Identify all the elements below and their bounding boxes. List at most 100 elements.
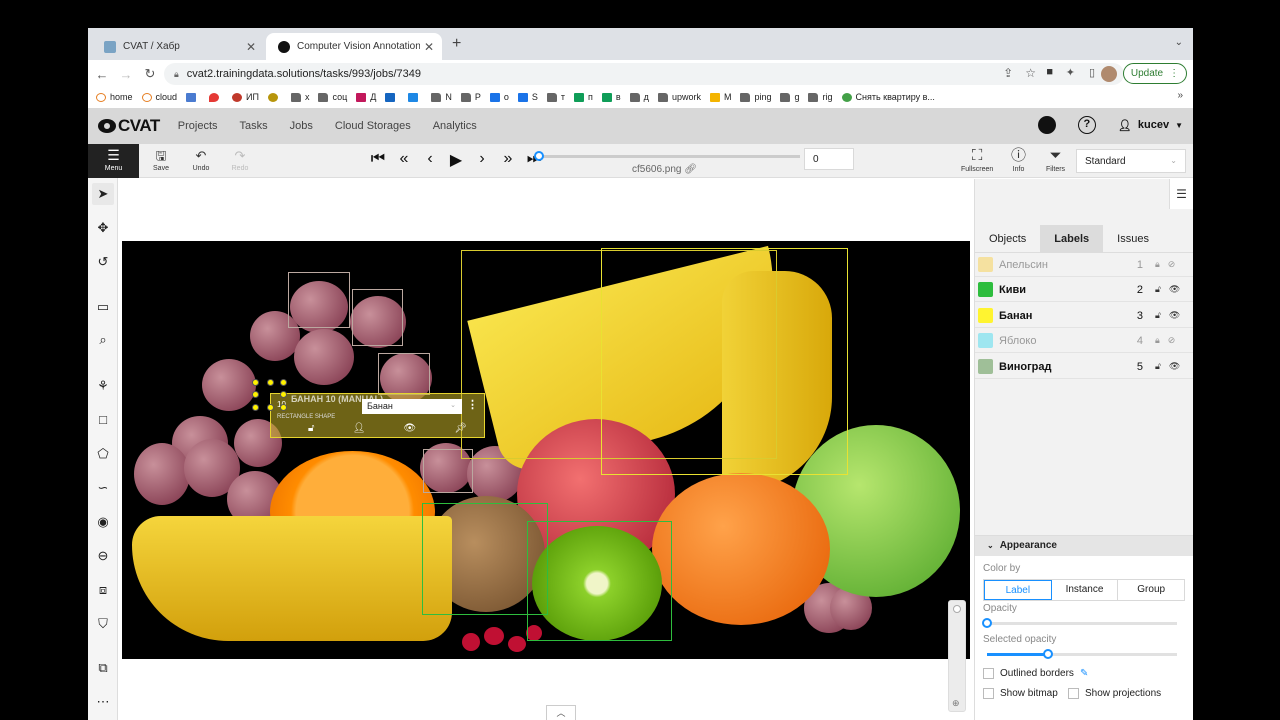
bookmark-folder-x[interactable]: х xyxy=(290,92,309,102)
grape-bbox[interactable] xyxy=(352,289,403,346)
resize-handle[interactable] xyxy=(252,391,259,398)
object-label-select[interactable]: Банан ⌄ xyxy=(362,399,462,414)
points-tool[interactable]: ◉ xyxy=(92,511,114,533)
bookmark-yc-o[interactable]: о xyxy=(489,92,509,102)
close-tab-icon[interactable]: ✕ xyxy=(246,40,256,54)
more-bookmarks-icon[interactable]: » xyxy=(1177,90,1183,101)
update-button[interactable]: Update ⋮ xyxy=(1123,63,1187,84)
unlock-icon[interactable]: 🔓︎ xyxy=(1155,284,1161,295)
frame-slider[interactable] xyxy=(534,151,800,161)
nav-analytics[interactable]: Analytics xyxy=(433,120,477,132)
redo-button[interactable]: ↷ Redo xyxy=(225,147,255,172)
cursor-tool[interactable]: ➤ xyxy=(92,183,114,205)
more-options-icon[interactable]: ⋮ xyxy=(467,398,478,411)
outlined-borders-checkbox[interactable]: Outlined borders ✎ xyxy=(983,668,1088,679)
fast-forward-icon[interactable]: » xyxy=(498,150,518,170)
bookmark-m[interactable]: M xyxy=(709,92,731,102)
label-row-banana[interactable]: Банан 3 🔓︎ 👁︎ xyxy=(975,304,1193,328)
person-icon[interactable]: 👤︎ xyxy=(353,423,366,434)
eye-off-icon[interactable]: ⊘ xyxy=(1168,335,1176,346)
bookmark-mail[interactable] xyxy=(385,92,399,102)
nav-cloud-storages[interactable]: Cloud Storages xyxy=(335,120,411,132)
tab-objects[interactable]: Objects xyxy=(975,225,1040,253)
eye-icon[interactable]: 👁︎ xyxy=(1169,284,1180,295)
selected-opacity-slider[interactable] xyxy=(987,649,1177,659)
bookmark-home[interactable]: home xyxy=(96,92,133,102)
forward-icon[interactable]: → xyxy=(114,67,138,82)
bookmark-cloud[interactable]: cloud xyxy=(141,92,177,102)
reload-icon[interactable]: ↻ xyxy=(138,66,162,82)
nav-jobs[interactable]: Jobs xyxy=(290,120,313,132)
profile-avatar[interactable] xyxy=(1101,66,1117,82)
label-row-kiwi[interactable]: Киви 2 🔓︎ 👁︎ xyxy=(975,278,1193,302)
annotated-image[interactable]: 10 БАНАН 10 (MANUAL) RECTANGLE SHAPE Бан… xyxy=(122,241,970,659)
bookmark-sheets-p[interactable]: п xyxy=(574,92,593,102)
bookmark-rig[interactable]: rig xyxy=(808,92,833,102)
nav-projects[interactable]: Projects xyxy=(178,120,218,132)
share-icon[interactable]: ⇪ xyxy=(1003,66,1013,80)
color-by-label-option[interactable]: Label xyxy=(984,580,1052,600)
tab-habr[interactable]: CVAT / Хабр ✕ xyxy=(92,33,264,60)
tab-labels[interactable]: Labels xyxy=(1040,225,1104,253)
show-projections-checkbox[interactable]: Show projections xyxy=(1068,688,1161,699)
object-context-popup[interactable]: 10 БАНАН 10 (MANUAL) RECTANGLE SHAPE Бан… xyxy=(270,393,485,438)
bookmark-translate[interactable] xyxy=(186,92,200,102)
bookmark-g[interactable]: g xyxy=(780,92,799,102)
label-color-swatch[interactable] xyxy=(978,257,993,272)
eye-icon[interactable]: 👁︎ xyxy=(1169,310,1180,321)
resize-handle[interactable] xyxy=(267,379,274,386)
cvat-logo[interactable]: CVAT xyxy=(98,116,160,136)
unlock-icon[interactable]: 🔓︎ xyxy=(1155,361,1161,372)
bookmark-folder-d[interactable]: д xyxy=(629,92,649,102)
rectangle-tool[interactable]: □ xyxy=(92,409,114,431)
bookmark-emblem[interactable] xyxy=(267,92,282,102)
selected-opacity-handle[interactable] xyxy=(1042,649,1053,659)
kiwi-bbox[interactable] xyxy=(527,521,672,641)
show-bitmap-checkbox[interactable]: Show bitmap xyxy=(983,688,1058,699)
more-tools-icon[interactable]: ⋯ xyxy=(92,691,114,713)
sidebar-icon[interactable]: ▯ xyxy=(1089,66,1095,79)
eye-off-icon[interactable]: ⊘ xyxy=(1168,259,1176,270)
label-row-apple[interactable]: Яблоко 4 🔒︎ ⊘ xyxy=(975,329,1193,353)
polygon-tool[interactable]: ⬠ xyxy=(92,443,114,465)
fast-backward-icon[interactable]: « xyxy=(394,150,414,170)
frame-slider-handle[interactable] xyxy=(534,151,544,161)
bookmark-star-icon[interactable]: ☆ xyxy=(1025,66,1036,80)
ellipse-tool[interactable]: ⊖ xyxy=(92,545,114,567)
puzzle-icon[interactable]: ✦ xyxy=(1066,66,1075,79)
undo-button[interactable]: ↶ Undo xyxy=(186,147,216,172)
pencil-icon[interactable]: ✎ xyxy=(1080,668,1088,679)
nav-tasks[interactable]: Tasks xyxy=(240,120,268,132)
zoom-region-tool[interactable]: ⌕ xyxy=(92,329,114,351)
checkbox[interactable] xyxy=(1068,688,1079,699)
menu-button[interactable]: ☰ Menu xyxy=(88,144,139,178)
label-color-swatch[interactable] xyxy=(978,282,993,297)
lock-icon[interactable]: 🔓︎ xyxy=(308,423,314,434)
save-button[interactable]: 🖫︎ Save xyxy=(146,147,176,172)
lock-icon[interactable]: 🔒︎ xyxy=(1155,335,1160,346)
opacity-slider[interactable] xyxy=(982,618,1177,628)
lock-icon[interactable]: 🔒︎ xyxy=(1155,259,1160,270)
eye-icon[interactable]: 👁︎ xyxy=(1169,361,1180,372)
tab-issues[interactable]: Issues xyxy=(1103,225,1163,253)
play-icon[interactable]: ▶ xyxy=(446,150,466,170)
label-color-swatch[interactable] xyxy=(978,308,993,323)
resize-handle[interactable] xyxy=(280,391,287,398)
grape-bbox[interactable] xyxy=(288,272,350,328)
bookmark-ping[interactable]: ping xyxy=(740,92,771,102)
pin-icon[interactable]: 📌︎ xyxy=(454,423,467,434)
rotate-tool[interactable]: ↺ xyxy=(92,251,114,273)
resize-handle[interactable] xyxy=(280,379,287,386)
link-icon[interactable]: 🔗︎ xyxy=(684,164,697,175)
fit-image-tool[interactable]: ▭ xyxy=(92,296,114,318)
bookmark-maps[interactable] xyxy=(209,92,223,102)
user-menu[interactable]: 👤︎ kucev ▼ xyxy=(1118,119,1183,132)
eye-icon[interactable]: 👁︎ xyxy=(403,423,416,434)
label-color-swatch[interactable] xyxy=(978,333,993,348)
bookmark-yc-s[interactable]: S xyxy=(517,92,538,102)
opacity-handle[interactable] xyxy=(982,618,992,628)
color-by-group-option[interactable]: Group xyxy=(1118,580,1184,600)
github-icon[interactable] xyxy=(1037,116,1056,134)
filters-button[interactable]: ⏷ Filters xyxy=(1046,146,1065,173)
tab-search-icon[interactable]: ⌄ xyxy=(1175,37,1183,48)
